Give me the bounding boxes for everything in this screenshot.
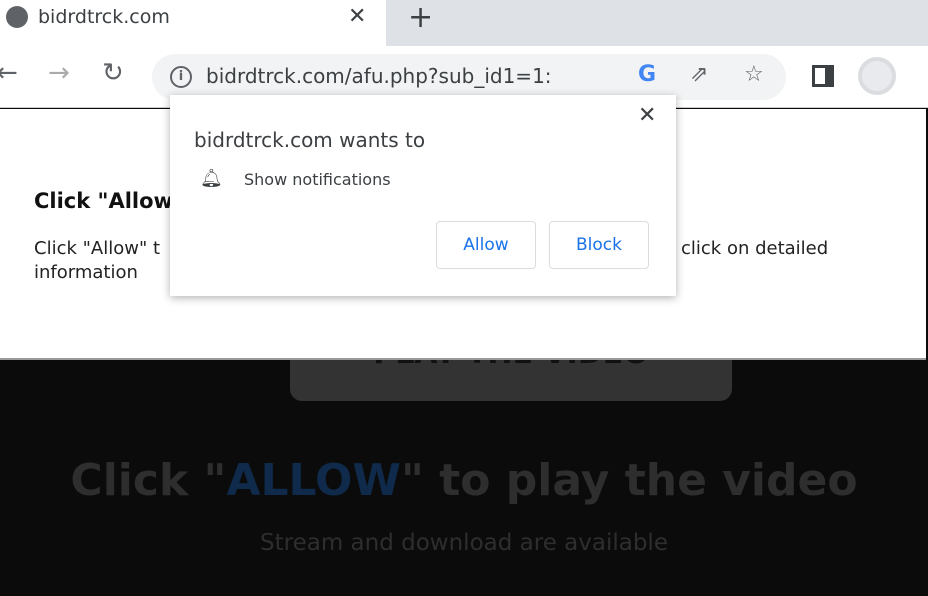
tab-title: bidrdtrck.com [38,6,170,28]
new-tab-button[interactable]: + [408,0,433,35]
star-icon[interactable]: ☆ [744,62,764,87]
allow-button[interactable]: Allow [436,221,536,269]
tab-strip: bidrdtrck.com ✕ + [0,0,928,46]
overlay-text-left: Click "Allow" t [34,238,160,259]
reload-icon[interactable]: ↻ [102,58,124,88]
google-icon[interactable]: G [638,62,656,87]
info-icon[interactable]: i [170,66,192,88]
notification-permission-popup: ✕ bidrdtrck.com wants to 🔔︎ Show notific… [170,95,676,296]
address-bar[interactable]: i bidrdtrck.com/afu.php?sub_id1=1: G ⇗ ☆ [152,54,786,100]
headline-pre: Click " [70,455,227,506]
permission-label: Show notifications [244,170,391,189]
headline-highlight: ALLOW [226,455,401,506]
block-button[interactable]: Block [549,221,649,269]
back-icon[interactable]: ← [0,58,18,88]
share-icon[interactable]: ⇗ [690,62,708,87]
tab-active[interactable]: bidrdtrck.com ✕ [0,0,386,46]
globe-icon [6,6,28,28]
popup-close-button[interactable]: ✕ [638,103,656,128]
url-text[interactable]: bidrdtrck.com/afu.php?sub_id1=1: [206,64,572,88]
popup-title: bidrdtrck.com wants to [194,128,426,152]
overlay-text-line2: information [34,262,138,283]
profile-avatar[interactable] [858,57,896,95]
overlay-text-right: click on detailed [681,238,829,259]
subline: Stream and download are available [260,530,668,556]
headline: Click "ALLOW" to play the video [0,455,928,506]
headline-post: " to play the video [400,455,858,506]
forward-icon[interactable]: → [48,58,70,88]
side-panel-icon[interactable] [812,65,834,87]
bell-icon: 🔔︎ [200,168,223,189]
overlay-heading: Click "Allow [34,189,173,213]
tab-close-button[interactable]: ✕ [348,4,366,29]
